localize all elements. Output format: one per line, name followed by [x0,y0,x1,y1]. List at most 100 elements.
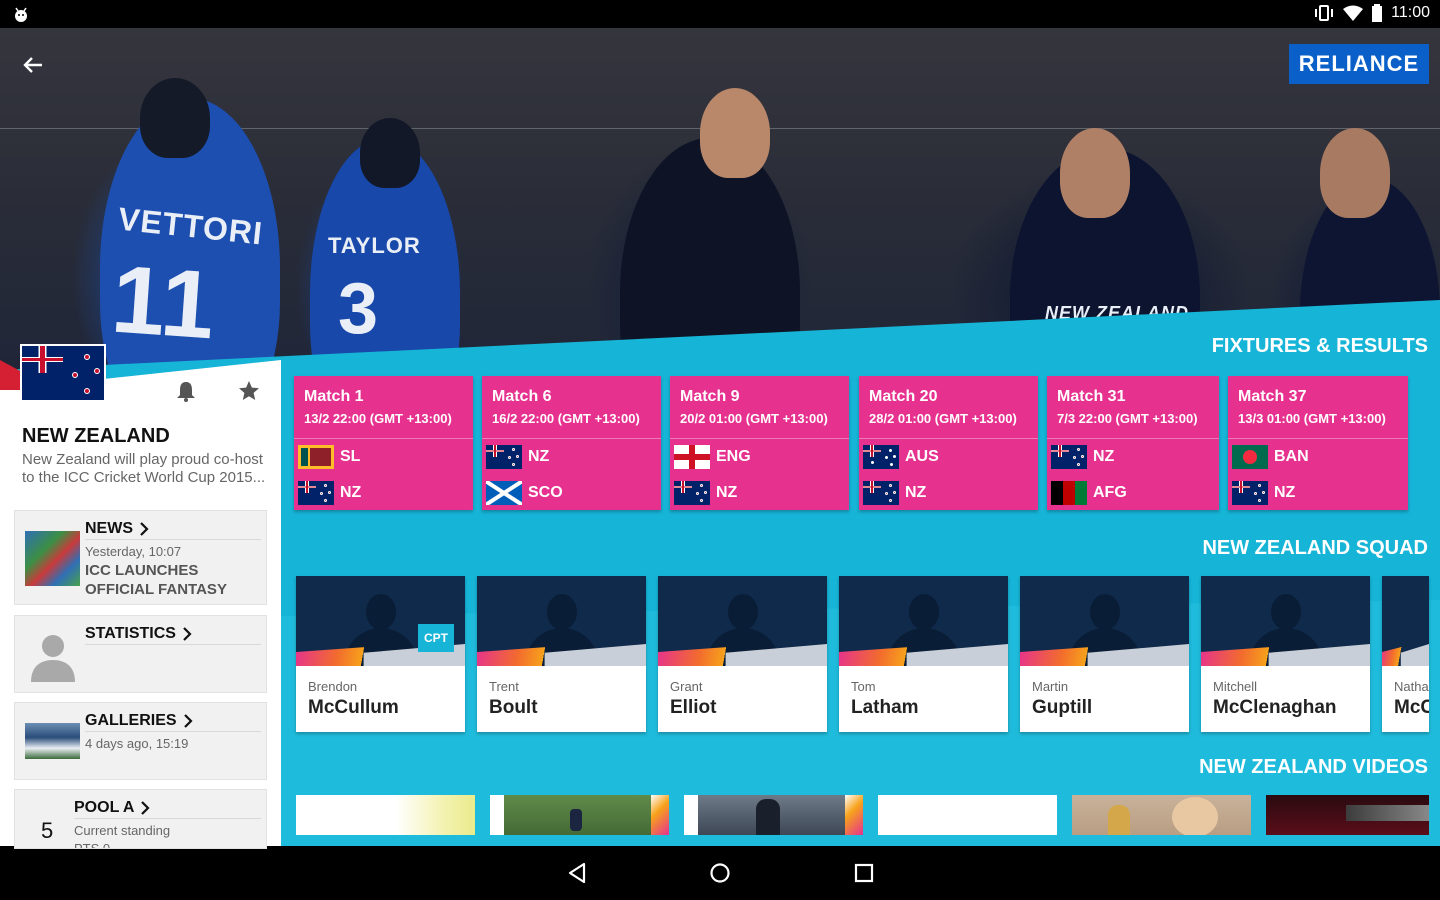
divider [85,539,261,540]
nz-flag-icon [863,481,899,505]
squad-player-card[interactable]: Tom Latham [839,576,1008,732]
player-photo [839,576,1008,666]
squad-player-card[interactable]: CPT Brendon McCullum [296,576,465,732]
gallery-thumbnail [25,723,80,759]
fixture-team: NZ [294,475,473,511]
video-thumbnail[interactable] [1072,795,1251,835]
player-first-name: Trent [489,679,519,694]
player-first-name: Mitchell [1213,679,1258,694]
fixture-card[interactable]: Match 20 28/2 01:00 (GMT +13:00) AUS NZ [859,376,1038,510]
squad-player-card[interactable]: Grant Elliot [658,576,827,732]
fixture-card[interactable]: Match 9 20/2 01:00 (GMT +13:00) ENG NZ [670,376,849,510]
player-last-name: Guptill [1032,697,1093,718]
nz-flag-icon [674,481,710,505]
player-photo [1020,576,1189,666]
fixture-card[interactable]: Match 1 13/2 22:00 (GMT +13:00) SL NZ [294,376,473,510]
player-silhouette [360,118,420,188]
fixture-team-label: NZ [905,484,927,501]
team-name: NEW ZEALAND [22,425,170,447]
player-last-name: Boult [489,697,538,718]
fixture-team: BAN [1228,439,1408,475]
sponsor-logo[interactable]: RELIANCE [1289,44,1429,84]
news-headline-line: ICC LAUNCHES [85,562,199,579]
bell-icon[interactable] [175,380,197,402]
fixture-header: Match 9 20/2 01:00 (GMT +13:00) [670,376,849,438]
fixture-time: 13/2 22:00 (GMT +13:00) [304,411,452,426]
fixture-team: NZ [1047,439,1219,475]
fixture-team: SL [294,439,473,475]
player-silhouette [1060,128,1130,218]
fixture-match: Match 37 [1238,388,1307,405]
fixture-card[interactable]: Match 6 16/2 22:00 (GMT +13:00) NZ SCO [482,376,661,510]
fixture-team: AFG [1047,475,1219,511]
divider [74,818,261,819]
player-first-name: Tom [851,679,876,694]
fixture-team: NZ [670,475,849,511]
fixture-header: Match 37 13/3 01:00 (GMT +13:00) [1228,376,1408,438]
aus-flag-icon [863,445,899,469]
clock: 11:00 [1391,4,1430,21]
eng-flag-icon [674,445,710,469]
android-icon [15,7,27,22]
fixture-team-label: NZ [528,448,550,465]
video-thumbnail[interactable] [684,795,863,835]
video-thumbnail[interactable] [296,795,475,835]
divider [85,644,261,645]
statistics-title-label: STATISTICS [85,625,176,642]
news-time: Yesterday, 10:07 [85,544,182,559]
player-last-name: McClenaghan [1213,697,1337,718]
pool-points: PTS 0 [74,841,111,849]
fixture-team: SCO [482,475,661,511]
chevron-right-icon [140,522,149,536]
squad-player-card[interactable]: Trent Boult [477,576,646,732]
system-nav-bar [0,846,1440,900]
videos-section-title: NEW ZEALAND VIDEOS [1199,756,1428,778]
home-nav-icon[interactable] [707,860,733,886]
news-card[interactable]: NEWS Yesterday, 10:07 ICC LAUNCHES OFFIC… [14,510,267,605]
recents-nav-icon[interactable] [851,860,877,886]
video-thumbnail[interactable] [490,795,669,835]
pool-card[interactable]: 5 POOL A Current standing PTS 0 [14,789,267,849]
star-icon[interactable] [237,379,261,403]
back-nav-icon[interactable] [564,860,590,886]
squad-player-card[interactable]: Mitchell McClenaghan [1201,576,1370,732]
statistics-card[interactable]: STATISTICS [14,615,267,693]
galleries-card[interactable]: GALLERIES 4 days ago, 15:19 [14,702,267,780]
fixture-team-label: NZ [1274,484,1296,501]
fixture-team-label: BAN [1274,448,1309,465]
news-title: NEWS [85,520,149,538]
squad-player-card[interactable]: Natha McC [1382,576,1429,732]
person-icon [31,635,75,682]
back-arrow-icon[interactable] [18,50,48,80]
video-thumbnail[interactable] [878,795,1057,835]
fixture-time: 13/3 01:00 (GMT +13:00) [1238,411,1386,426]
fixture-match: Match 20 [869,388,938,405]
fixture-card[interactable]: Match 37 13/3 01:00 (GMT +13:00) BAN NZ [1228,376,1408,510]
fixture-match: Match 6 [492,388,552,405]
fixture-team: NZ [482,439,661,475]
pool-title-label: POOL A [74,799,135,816]
squad-player-card[interactable]: Martin Guptill [1020,576,1189,732]
news-thumbnail [25,531,80,586]
galleries-title: GALLERIES [85,712,193,730]
fixture-team: ENG [670,439,849,475]
player-first-name: Martin [1032,679,1069,694]
afg-flag-icon [1051,481,1087,505]
jersey-name: TAYLOR [328,233,421,258]
galleries-title-label: GALLERIES [85,712,177,729]
fixture-team: AUS [859,439,1038,475]
fixture-match: Match 31 [1057,388,1126,405]
video-thumbnail[interactable] [1266,795,1429,835]
team-flag [20,344,106,402]
fixture-time: 20/2 01:00 (GMT +13:00) [680,411,828,426]
player-silhouette [1320,128,1390,218]
nz-flag-icon [1051,445,1087,469]
pool-rank: 5 [41,818,54,843]
fixture-time: 16/2 22:00 (GMT +13:00) [492,411,640,426]
wifi-icon [1343,5,1364,21]
fixture-team-label: NZ [340,484,362,501]
fixture-card[interactable]: Match 31 7/3 22:00 (GMT +13:00) NZ AFG [1047,376,1219,510]
team-description-line: to the ICC Cricket World Cup 2015... [22,469,266,486]
news-headline-line: OFFICIAL FANTASY [85,581,227,598]
fixture-team-label: NZ [716,484,738,501]
